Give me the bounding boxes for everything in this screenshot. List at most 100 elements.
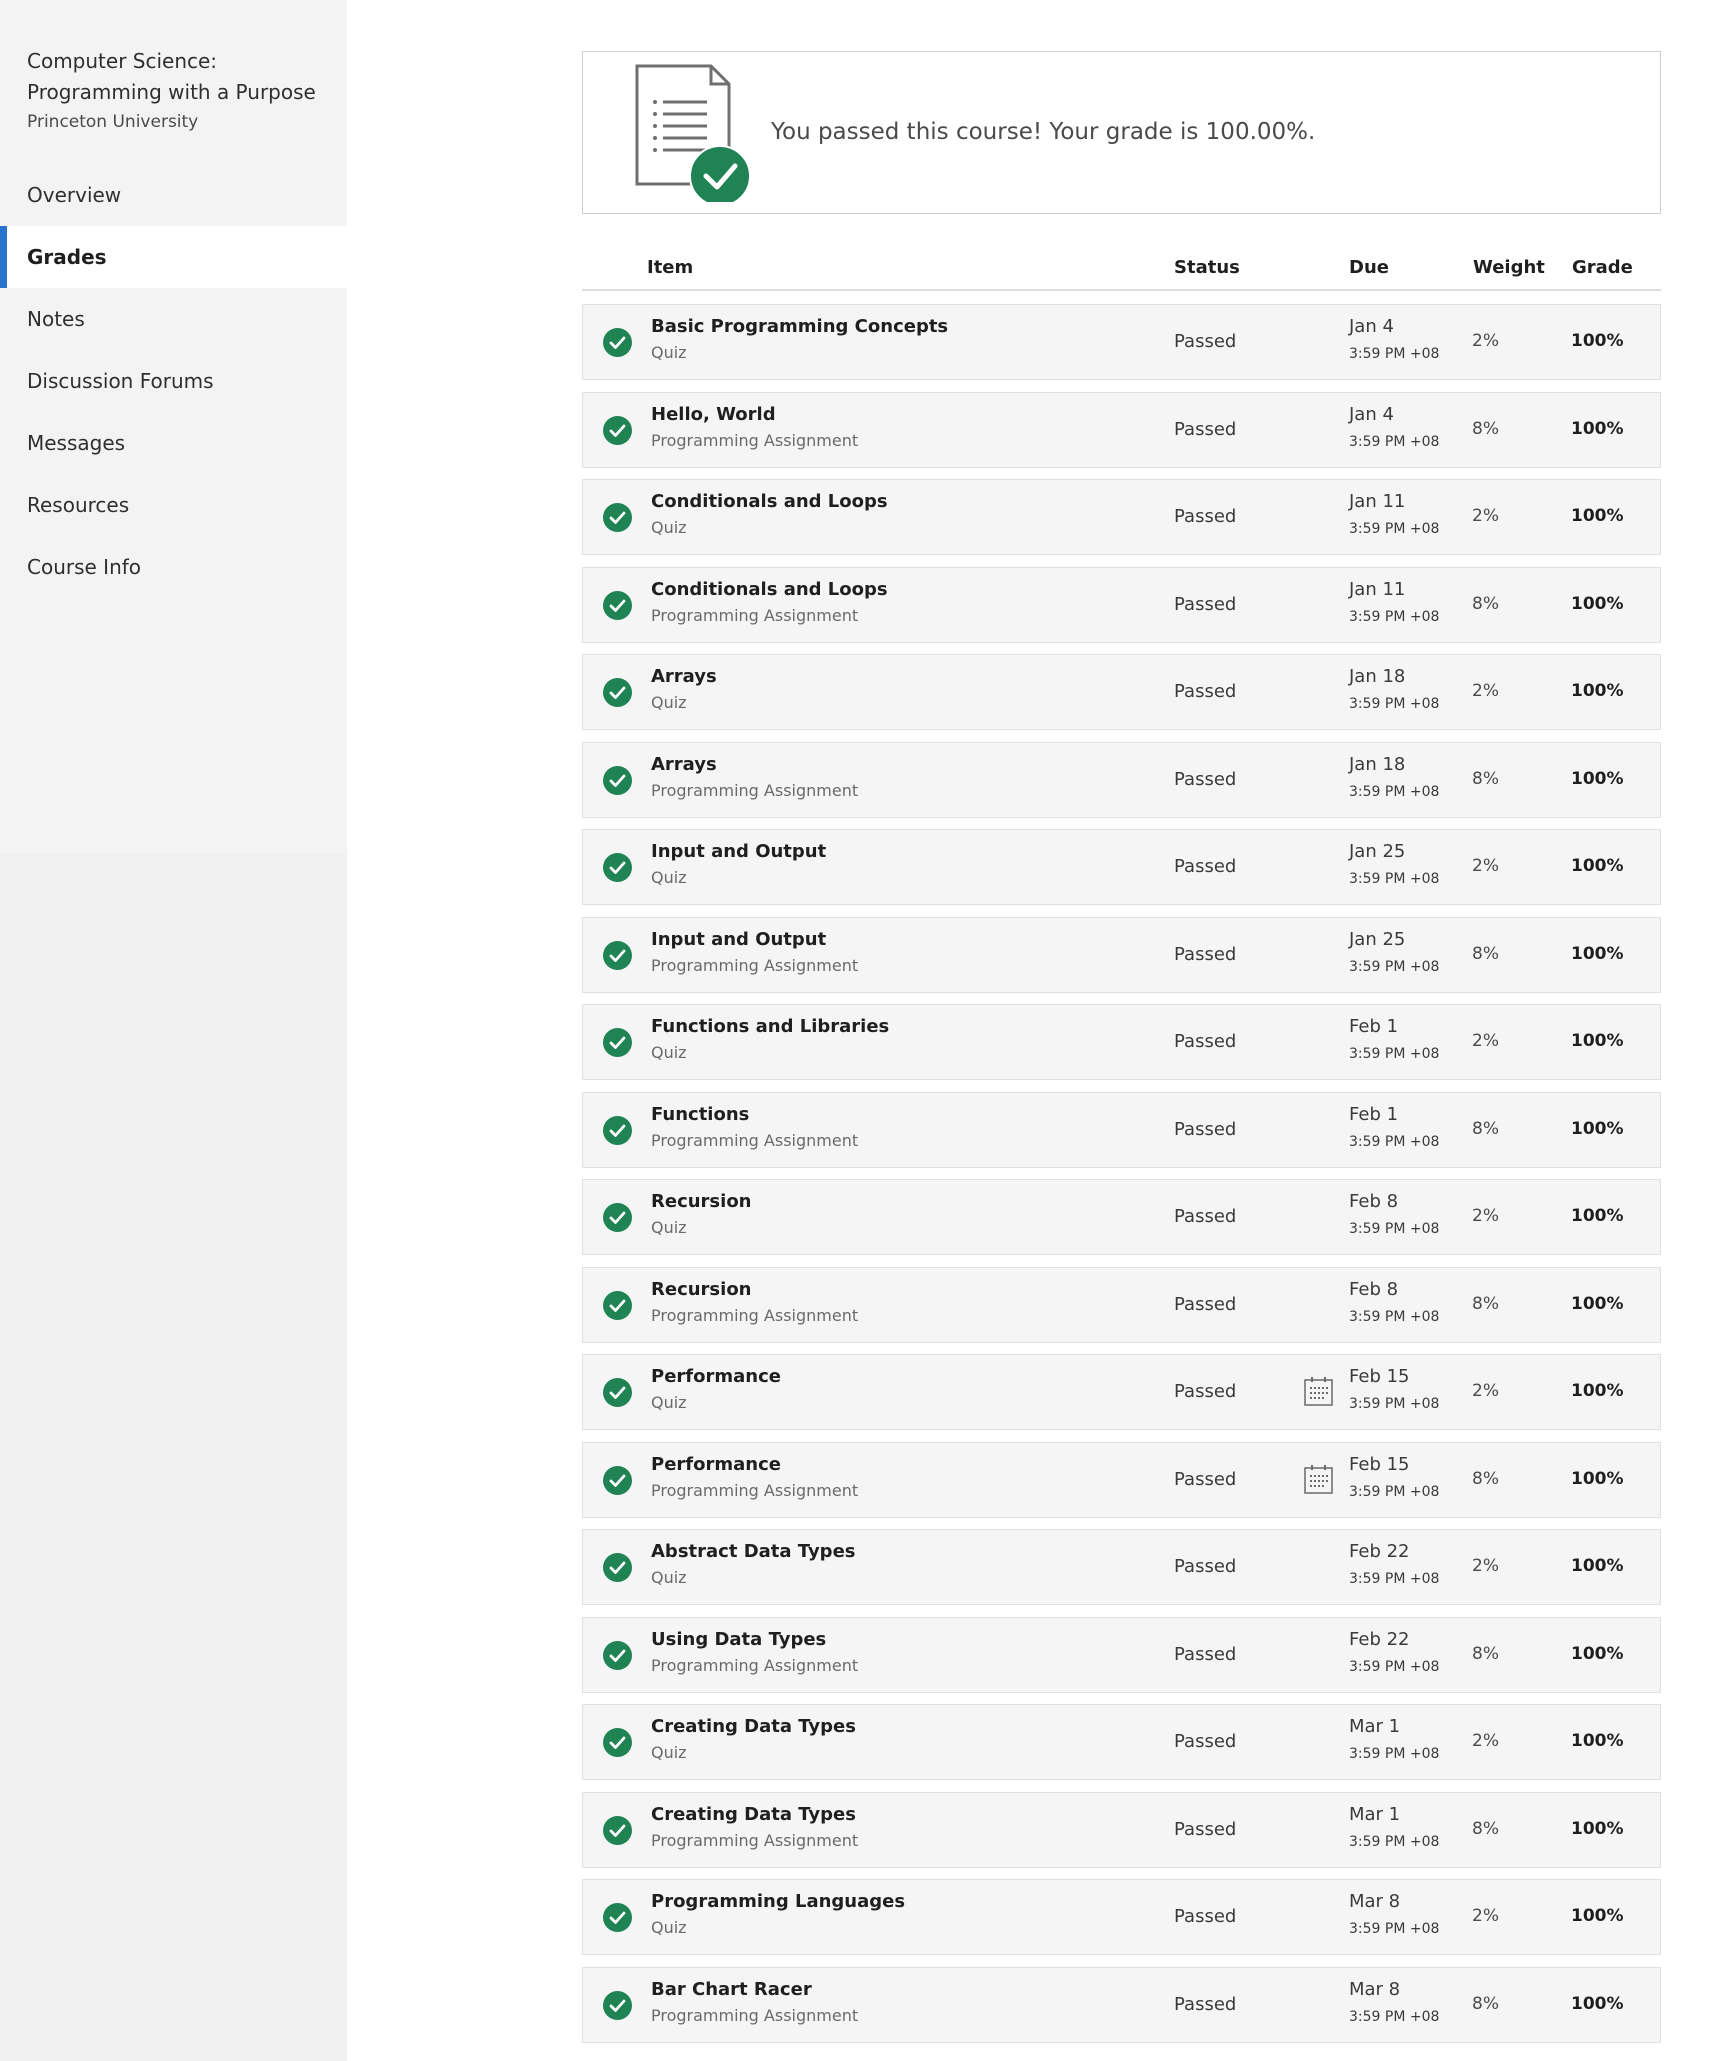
item-name[interactable]: Performance (651, 1366, 781, 1387)
sidebar-item-grades[interactable]: Grades (0, 226, 347, 288)
item-status: Passed (1174, 418, 1237, 440)
item-name[interactable]: Abstract Data Types (651, 1541, 856, 1562)
item-type: Quiz (651, 1218, 687, 1237)
item-grade: 100% (1571, 593, 1624, 614)
item-name[interactable]: Recursion (651, 1279, 752, 1300)
sidebar-item-messages[interactable]: Messages (0, 412, 347, 474)
item-name[interactable]: Input and Output (651, 841, 826, 862)
item-name[interactable]: Creating Data Types (651, 1716, 856, 1737)
item-name[interactable]: Functions (651, 1104, 749, 1125)
check-circle-icon (603, 1378, 632, 1407)
item-weight: 8% (1472, 1468, 1499, 1489)
table-row[interactable]: Input and Output Quiz Passed Jan 25 3:59… (582, 829, 1661, 905)
item-weight: 2% (1472, 1206, 1499, 1226)
sidebar-item-resources[interactable]: Resources (0, 474, 347, 536)
sidebar-background (0, 854, 347, 2061)
due-date: Mar 1 (1349, 1716, 1401, 1737)
item-name[interactable]: Basic Programming Concepts (651, 316, 948, 337)
due-date: Feb 8 (1349, 1191, 1399, 1212)
table-row[interactable]: Arrays Quiz Passed Jan 18 3:59 PM +08 2%… (582, 654, 1661, 730)
check-circle-icon (603, 328, 632, 357)
item-name[interactable]: Using Data Types (651, 1629, 826, 1650)
table-row[interactable]: Recursion Programming Assignment Passed … (582, 1266, 1661, 1343)
item-name[interactable]: Input and Output (651, 929, 826, 950)
table-row[interactable]: Creating Data Types Quiz Passed Mar 1 3:… (582, 1704, 1661, 1780)
table-row[interactable]: Performance Quiz Passed Feb 15 3:59 PM +… (582, 1354, 1661, 1430)
table-row[interactable]: Functions and Libraries Quiz Passed Feb … (582, 1004, 1661, 1080)
item-name[interactable]: Functions and Libraries (651, 1016, 889, 1037)
sidebar-item-overview[interactable]: Overview (0, 164, 347, 226)
sidebar-item-course-info[interactable]: Course Info (0, 536, 347, 598)
course-header: Computer Science: Programming with a Pur… (27, 46, 337, 134)
header-grade: Grade (1572, 257, 1633, 278)
item-name[interactable]: Bar Chart Racer (651, 1979, 812, 2000)
due-time: 3:59 PM +08 (1349, 1833, 1440, 1850)
sidebar-item-notes[interactable]: Notes (0, 288, 347, 350)
item-type: Programming Assignment (651, 1305, 859, 1325)
item-name[interactable]: Programming Languages (651, 1891, 905, 1912)
calendar-icon[interactable] (1303, 1376, 1334, 1407)
item-name[interactable]: Performance (651, 1454, 781, 1475)
calendar-icon[interactable] (1303, 1464, 1334, 1495)
table-row[interactable]: Arrays Programming Assignment Passed Jan… (582, 741, 1661, 818)
check-circle-icon (603, 1903, 632, 1932)
item-grade: 100% (1571, 418, 1624, 439)
header-status: Status (1174, 257, 1240, 278)
item-status: Passed (1174, 506, 1237, 527)
table-row[interactable]: Using Data Types Programming Assignment … (582, 1616, 1661, 1693)
item-name[interactable]: Arrays (651, 666, 717, 687)
due-time: 3:59 PM +08 (1349, 1046, 1440, 1062)
item-grade: 100% (1571, 1643, 1624, 1664)
check-circle-icon (603, 678, 632, 707)
table-row[interactable]: Recursion Quiz Passed Feb 8 3:59 PM +08 … (582, 1179, 1661, 1255)
table-row[interactable]: Programming Languages Quiz Passed Mar 8 … (582, 1879, 1661, 1955)
item-name[interactable]: Arrays (651, 754, 717, 775)
item-name[interactable]: Conditionals and Loops (651, 579, 888, 600)
table-row[interactable]: Bar Chart Racer Programming Assignment P… (582, 1966, 1661, 2043)
item-status: Passed (1174, 1731, 1237, 1752)
due-time: 3:59 PM +08 (1349, 871, 1440, 887)
item-name[interactable]: Creating Data Types (651, 1804, 856, 1825)
course-title[interactable]: Computer Science: Programming with a Pur… (27, 46, 337, 108)
item-weight: 8% (1472, 943, 1499, 964)
due-time: 3:59 PM +08 (1349, 433, 1440, 450)
check-circle-icon (603, 1728, 632, 1757)
item-status: Passed (1174, 1118, 1237, 1140)
sidebar-item-discussion-forums[interactable]: Discussion Forums (0, 350, 347, 412)
due-date: Mar 8 (1349, 1891, 1401, 1912)
table-row[interactable]: Conditionals and Loops Quiz Passed Jan 1… (582, 479, 1661, 555)
due-time: 3:59 PM +08 (1349, 958, 1440, 975)
item-name[interactable]: Conditionals and Loops (651, 491, 888, 512)
table-row[interactable]: Performance Programming Assignment Passe… (582, 1441, 1661, 1518)
table-row[interactable]: Input and Output Programming Assignment … (582, 916, 1661, 993)
table-row[interactable]: Functions Programming Assignment Passed … (582, 1091, 1661, 1168)
item-status: Passed (1174, 1818, 1237, 1840)
item-name[interactable]: Hello, World (651, 404, 776, 425)
table-row[interactable]: Creating Data Types Programming Assignme… (582, 1791, 1661, 1868)
check-circle-icon (603, 1553, 632, 1582)
item-name[interactable]: Recursion (651, 1191, 752, 1212)
header-due: Due (1349, 257, 1389, 278)
table-row[interactable]: Abstract Data Types Quiz Passed Feb 22 3… (582, 1529, 1661, 1605)
item-grade: 100% (1571, 1468, 1624, 1489)
table-row[interactable]: Hello, World Programming Assignment Pass… (582, 391, 1661, 468)
item-weight: 8% (1472, 1643, 1499, 1664)
check-circle-icon (603, 503, 632, 532)
table-row[interactable]: Basic Programming Concepts Quiz Passed J… (582, 304, 1661, 380)
item-weight: 8% (1472, 418, 1499, 439)
item-grade: 100% (1571, 943, 1624, 964)
item-weight: 2% (1472, 1731, 1499, 1751)
item-status: Passed (1174, 1293, 1237, 1315)
sidebar-nav: Overview Grades Notes Discussion Forums … (0, 164, 347, 598)
due-time: 3:59 PM +08 (1349, 1746, 1440, 1762)
due-date: Jan 18 (1349, 666, 1406, 687)
item-grade: 100% (1571, 1993, 1624, 2014)
table-row[interactable]: Conditionals and Loops Programming Assig… (582, 566, 1661, 643)
check-circle-icon (603, 1640, 632, 1670)
due-time: 3:59 PM +08 (1349, 346, 1440, 362)
due-date: Jan 11 (1349, 491, 1406, 512)
check-circle-icon (603, 415, 632, 445)
item-status: Passed (1174, 1556, 1237, 1577)
item-type: Quiz (651, 518, 687, 537)
item-type: Programming Assignment (651, 780, 859, 800)
